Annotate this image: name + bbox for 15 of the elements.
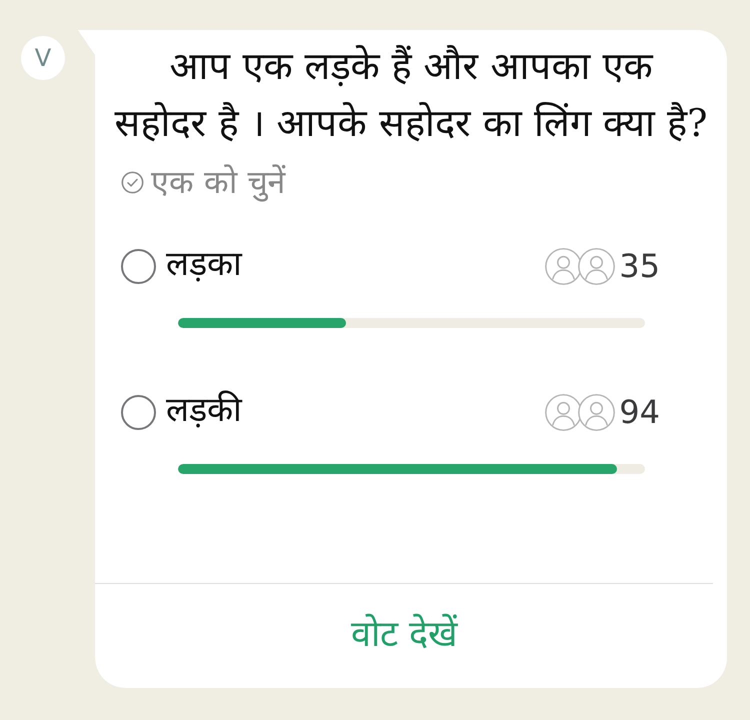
voter-avatar-icon bbox=[578, 394, 616, 430]
option-label: लड़का bbox=[166, 244, 242, 284]
option-label: लड़की bbox=[166, 390, 242, 430]
voter-avatar-icon bbox=[545, 248, 582, 284]
radio-button[interactable] bbox=[121, 248, 156, 284]
radio-button[interactable] bbox=[121, 394, 156, 430]
vote-count: 94 bbox=[619, 392, 660, 432]
sender-avatar: V bbox=[21, 36, 65, 80]
voter-avatar-icon bbox=[545, 394, 582, 430]
vote-count: 35 bbox=[619, 246, 660, 286]
check-circle-icon bbox=[121, 170, 144, 194]
view-votes-button[interactable]: वोट देखें bbox=[95, 584, 713, 688]
voter-avatar-icon bbox=[578, 248, 616, 284]
poll-hint: एक को चुनें bbox=[151, 164, 286, 200]
poll-question: आप एक लड़के हैं और आपका एक सहोदर है । आपके सहोदर का लिंग क्या है? bbox=[113, 43, 708, 147]
